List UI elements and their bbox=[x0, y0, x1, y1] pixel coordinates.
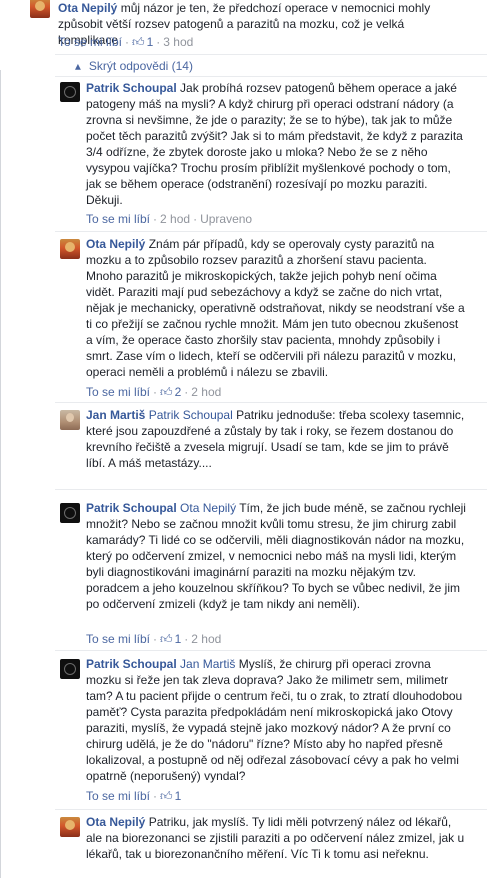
reply-comment: Ota Nepilý Znám pár případů, kdy se oper… bbox=[86, 236, 466, 380]
reply-comment: Ota Nepilý Patriku, jak myslíš. Ty lidi … bbox=[86, 814, 466, 862]
comment-text: Znám pár případů, kdy se operovaly cysty… bbox=[86, 237, 465, 379]
comment-author[interactable]: Ota Nepilý bbox=[58, 1, 117, 15]
meta-separator: · bbox=[153, 632, 158, 646]
like-link[interactable]: To se mi líbí bbox=[86, 384, 150, 400]
meta-separator: · bbox=[193, 212, 198, 226]
mention-link[interactable]: Ota Nepilý bbox=[180, 501, 236, 515]
thumbs-up-icon[interactable]: 👍︎ bbox=[132, 34, 145, 50]
avatar[interactable] bbox=[60, 410, 80, 430]
comment-body: Patrik Schoupal Jak probíhá rozsev patog… bbox=[86, 80, 466, 208]
comment-author[interactable]: Ota Nepilý bbox=[86, 237, 145, 251]
thumbs-up-icon[interactable]: 👍︎ bbox=[160, 384, 173, 400]
divider bbox=[55, 809, 487, 810]
avatar[interactable] bbox=[60, 503, 80, 523]
divider bbox=[55, 402, 487, 403]
avatar[interactable] bbox=[30, 0, 50, 18]
comment-time[interactable]: 2 hod bbox=[191, 631, 221, 647]
comment-meta: To se mi líbí · 👍︎ 1 · 3 hod bbox=[58, 34, 193, 50]
like-count[interactable]: 2 bbox=[175, 384, 182, 400]
meta-separator: · bbox=[153, 789, 158, 803]
mention-link[interactable]: Jan Martiš bbox=[180, 657, 235, 671]
avatar[interactable] bbox=[60, 659, 80, 679]
meta-separator: · bbox=[156, 35, 161, 49]
divider bbox=[55, 76, 487, 77]
comment-author[interactable]: Jan Martiš bbox=[86, 408, 145, 422]
comment-author[interactable]: Patrik Schoupal bbox=[86, 501, 177, 515]
thread-rail bbox=[0, 70, 1, 878]
reply-comment: Jan Martiš Patrik Schoupal Patriku jedno… bbox=[86, 407, 466, 471]
thumbs-up-icon[interactable]: 👍︎ bbox=[160, 631, 173, 647]
like-count[interactable]: 1 bbox=[175, 788, 182, 804]
divider bbox=[55, 650, 487, 651]
comment-body: Patrik Schoupal Jan Martiš Myslíš, že ch… bbox=[86, 656, 466, 784]
comment-author[interactable]: Ota Nepilý bbox=[86, 815, 145, 829]
like-link[interactable]: To se mi líbí bbox=[86, 631, 150, 647]
comment-text: Tím, že jich bude méně, se začnou rychle… bbox=[86, 501, 466, 611]
meta-separator: · bbox=[153, 212, 158, 226]
comment-time[interactable]: 3 hod bbox=[163, 34, 193, 50]
divider bbox=[55, 54, 487, 55]
mention-link[interactable]: Patrik Schoupal bbox=[149, 408, 233, 422]
like-link[interactable]: To se mi líbí bbox=[86, 788, 150, 804]
comment-body: Jan Martiš Patrik Schoupal Patriku jedno… bbox=[86, 407, 466, 471]
comment-author[interactable]: Patrik Schoupal bbox=[86, 657, 177, 671]
reply-comment: Patrik Schoupal Jan Martiš Myslíš, že ch… bbox=[86, 656, 466, 784]
comment-meta: To se mi líbí · 👍︎ 2 · 2 hod bbox=[86, 384, 221, 400]
comment-time[interactable]: 2 hod bbox=[191, 384, 221, 400]
comment-meta: To se mi líbí · 2 hod · Upraveno bbox=[86, 211, 252, 227]
comment-body: Patrik Schoupal Ota Nepilý Tím, že jich … bbox=[86, 500, 466, 612]
avatar[interactable] bbox=[60, 82, 80, 102]
comment-author[interactable]: Patrik Schoupal bbox=[86, 81, 177, 95]
like-count[interactable]: 1 bbox=[147, 34, 154, 50]
comment-time[interactable]: 2 hod bbox=[160, 211, 190, 227]
avatar[interactable] bbox=[60, 817, 80, 837]
like-link[interactable]: To se mi líbí bbox=[86, 211, 150, 227]
thumbs-up-icon[interactable]: 👍︎ bbox=[160, 788, 173, 804]
like-link[interactable]: To se mi líbí bbox=[58, 34, 122, 50]
meta-separator: · bbox=[125, 35, 130, 49]
chevron-up-icon: ▼ bbox=[73, 61, 83, 72]
divider bbox=[55, 231, 487, 232]
meta-separator: · bbox=[153, 385, 158, 399]
meta-separator: · bbox=[184, 385, 189, 399]
comment-text: Jak probíhá rozsev patogenů během operac… bbox=[86, 81, 463, 207]
reply-comment: Patrik Schoupal Ota Nepilý Tím, že jich … bbox=[86, 500, 466, 612]
like-count[interactable]: 1 bbox=[175, 631, 182, 647]
avatar[interactable] bbox=[60, 239, 80, 259]
hide-replies-toggle[interactable]: ▼ Skrýt odpovědi (14) bbox=[73, 58, 193, 74]
comment-body: Ota Nepilý Znám pár případů, kdy se oper… bbox=[86, 236, 466, 380]
comment-text: Myslíš, že chirurg při operaci zrovna mo… bbox=[86, 657, 463, 783]
comment-meta: To se mi líbí · 👍︎ 1 bbox=[86, 788, 181, 804]
comment-body: Ota Nepilý Patriku, jak myslíš. Ty lidi … bbox=[86, 814, 466, 862]
meta-separator: · bbox=[184, 632, 189, 646]
divider bbox=[55, 489, 487, 490]
comment-thread: Ota Nepilý můj názor je ten, že předchoz… bbox=[0, 0, 487, 878]
comment-meta: To se mi líbí · 👍︎ 1 · 2 hod bbox=[86, 631, 221, 647]
edited-label[interactable]: Upraveno bbox=[200, 211, 252, 227]
hide-replies-label: Skrýt odpovědi (14) bbox=[88, 59, 193, 73]
reply-comment: Patrik Schoupal Jak probíhá rozsev patog… bbox=[86, 80, 466, 208]
